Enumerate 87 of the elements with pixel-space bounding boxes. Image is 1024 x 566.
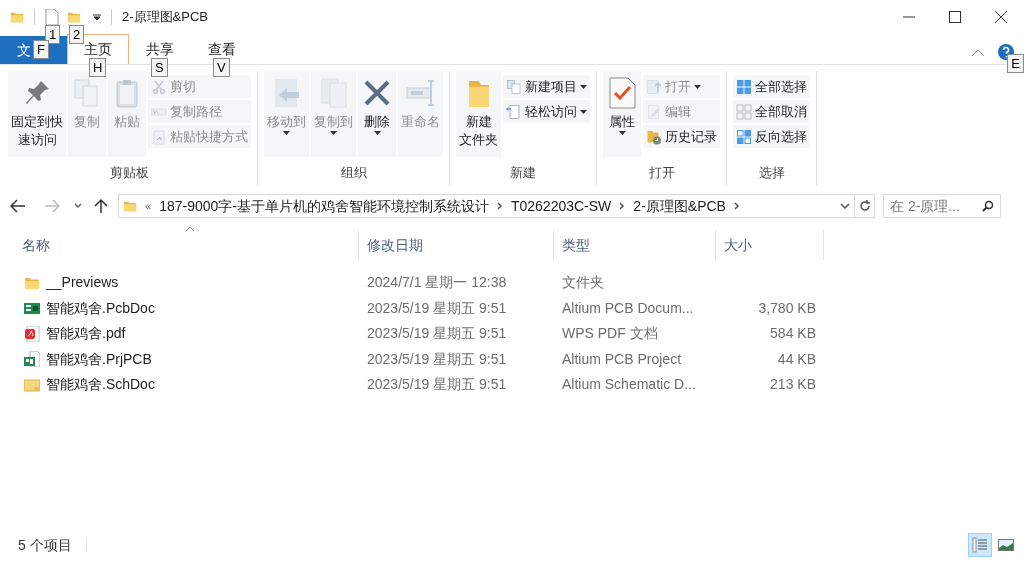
chevron-down-icon[interactable] [840,203,850,209]
checkmark-icon [606,77,638,109]
group-label: 剪贴板 [109,163,150,182]
chevron-down-icon[interactable] [74,203,82,209]
search-input[interactable]: 在 2-原理... [890,195,974,217]
close-icon [995,11,1007,23]
file-name[interactable]: 智能鸡舍.PrjPCB [46,348,152,370]
table-cell-text: 2023/5/19 星期五 9:51 [366,324,508,344]
up-icon[interactable] [94,198,108,214]
edit-icon [646,103,662,120]
dropdown-icon[interactable] [93,13,101,21]
keytip-tooltip: S [151,58,168,77]
table-cell-text: 44 KB [776,349,817,369]
column-header[interactable]: 修改日期 [359,230,554,260]
keytip-tooltip: 2 [69,25,85,44]
invert-selection-icon [736,128,752,145]
table-cell-text: 2023/5/19 星期五 9:51 [366,298,508,318]
table-cell-text: 2023/5/19 星期五 9:51 [366,349,508,369]
ribbon-button[interactable]: 轻松访问 [503,100,590,123]
refresh-button[interactable] [855,194,875,218]
table-cell-text: WPS PDF 文档 [561,324,659,344]
sort-ascending-icon [186,226,194,231]
breadcrumb-item[interactable]: T0262203C-SW [510,195,612,217]
keytip-tooltip: E [1007,54,1024,73]
schematic-icon [24,376,40,393]
group-label: 选择 [757,163,786,182]
pdf-icon [24,325,40,342]
ribbon-button[interactable]: 新建 文件夹 [456,71,501,157]
window-title: 2-原理图&PCB [122,8,208,27]
keytip-tooltip: H [89,58,107,77]
keytip-tooltip: V [213,58,230,77]
history-icon [646,128,662,145]
table-cell-text: 文件夹 [561,273,605,293]
refresh-icon [858,200,871,212]
ribbon-button[interactable]: 全部取消 [733,100,810,123]
chevron-right-icon [619,202,626,210]
list-icon [972,537,988,553]
table-cell-text: 213 KB [769,375,817,395]
group-label: 打开 [647,163,676,182]
table-cell-text: 584 KB [769,324,817,344]
ribbon-button[interactable]: 固定到快 速访问 [8,71,66,157]
table-cell-text: 2023/5/19 星期五 9:51 [366,375,508,395]
circuit-board-icon [24,300,40,317]
back-icon[interactable] [10,199,26,213]
item-count: 5 个项目 [18,535,72,555]
search-field[interactable]: 在 2-原理... [883,194,1001,218]
select-none-icon [736,103,752,120]
column-header[interactable]: 名称 [14,230,359,260]
column-header[interactable]: 类型 [554,230,716,260]
keytip-tooltip: 1 [45,25,61,44]
chevron-right-icon [496,202,503,210]
ribbon-button[interactable]: 新建项目 [503,75,590,98]
file-name[interactable]: 智能鸡舍.pdf [46,323,126,345]
keytip-tooltip: F [33,40,49,59]
page-icon [506,103,522,120]
collapse-icon[interactable] [972,48,984,56]
table-cell-text: 2024/7/1 星期一 12:38 [366,273,508,293]
breadcrumb-overflow[interactable]: « [145,197,152,215]
table-cell-text: Altium PCB Docum... [561,298,695,318]
table-cell-text: Altium Schematic D... [561,375,697,395]
image-icon [998,539,1014,551]
table-cell-text: Altium PCB Project [561,349,683,369]
ribbon-button[interactable]: 属性 [603,71,641,157]
select-all-icon [736,78,752,95]
chevron-right-icon [733,202,740,210]
address-bar[interactable]: « 187-9000字-基于单片机的鸡舍智能环境控制系统设计 T0262203C-SW 2-原理图&PCB [118,194,855,218]
shortcut-icon [151,128,167,145]
file-name[interactable]: 智能鸡舍.PcbDoc [46,297,155,319]
maximize-icon [949,11,961,23]
ribbon-button[interactable]: 删除 [358,71,396,157]
group-label: 组织 [339,163,368,182]
scissors-icon [151,78,167,95]
group-label: 新建 [509,163,537,182]
ribbon-button[interactable]: 历史记录 [643,125,720,148]
ribbon-button[interactable]: 全部选择 [733,75,810,98]
search-icon [982,200,994,212]
file-name[interactable]: 智能鸡舍.SchDoc [46,374,155,396]
rename-icon [404,77,437,109]
open-icon [646,78,662,95]
circuit-board-icon [24,351,40,368]
table-cell-text: 3,780 KB [757,298,817,318]
column-header[interactable]: 大小 [716,230,824,260]
breadcrumb-item[interactable]: 187-9000字-基于单片机的鸡舍智能环境控制系统设计 [159,195,489,217]
ribbon-button[interactable]: 反向选择 [733,125,810,148]
file-name[interactable]: __Previews [46,272,119,294]
new-item-icon [506,78,522,95]
breadcrumb-item[interactable]: 2-原理图&PCB [633,195,726,217]
